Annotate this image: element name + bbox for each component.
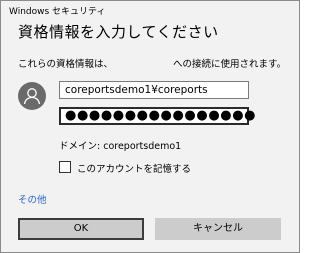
password-input[interactable]: ●●●●●●●●●●●●●●●● [59, 107, 255, 125]
remember-checkbox[interactable] [59, 161, 71, 173]
dialog-heading: 資格情報を入力してください [18, 23, 219, 41]
remember-label[interactable]: このアカウントを記憶する [77, 161, 191, 175]
window-title: Windows セキュリティ [9, 7, 106, 17]
description-text: これらの資格情報は、 への接続に使用されます。 [18, 56, 286, 70]
user-avatar-icon [18, 82, 46, 110]
description-before: これらの資格情報は、 [18, 59, 114, 70]
username-input[interactable]: coreportsdemo1¥coreports [59, 81, 249, 99]
ok-button[interactable]: OK [18, 218, 144, 240]
credential-dialog: Windows セキュリティ 資格情報を入力してください これらの資格情報は、 へ… [0, 0, 300, 253]
password-mask: ●●●●●●●●●●●●●●●● [65, 108, 257, 123]
domain-label: ドメイン: coreportsdemo1 [59, 141, 182, 152]
description-after: への接続に使用されます。 [173, 59, 287, 70]
user-silhouette-icon [23, 88, 41, 105]
more-choices-link[interactable]: その他 [18, 192, 47, 206]
cancel-button[interactable]: キャンセル [155, 218, 281, 240]
